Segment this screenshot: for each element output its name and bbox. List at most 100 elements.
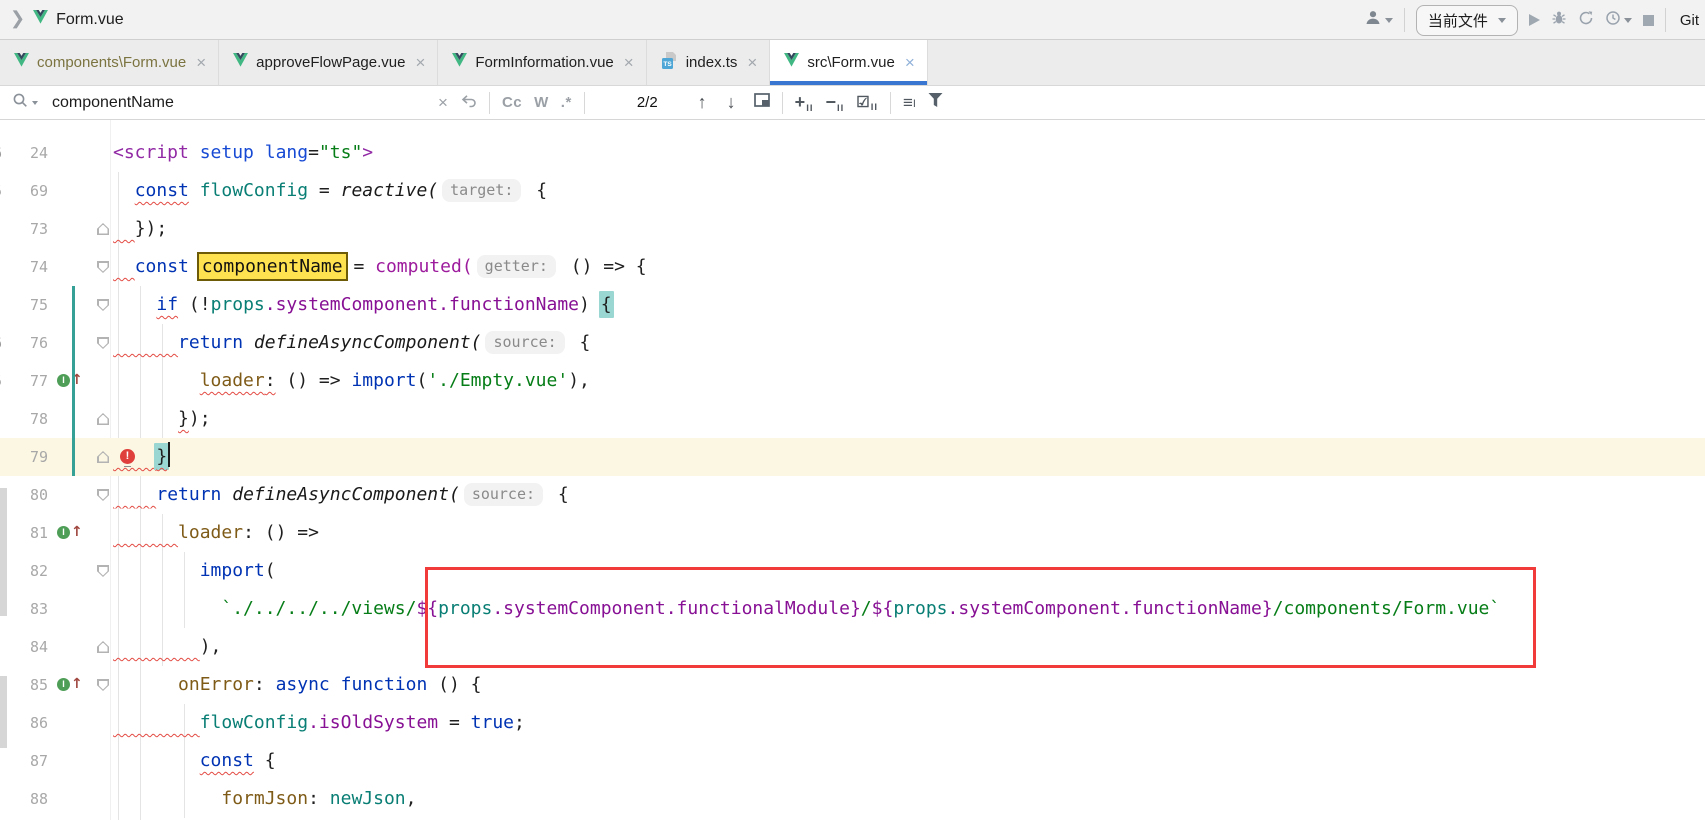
close-tab-icon[interactable]: ×: [747, 55, 757, 70]
fold-marker[interactable]: [97, 223, 109, 235]
code-text[interactable]: return defineAsyncComponent(source: {: [113, 324, 590, 362]
fold-marker[interactable]: [97, 337, 109, 349]
clipped-line-number-fragment: 5: [0, 362, 8, 400]
code-line-81: 81 I↑ loader: () =>: [0, 514, 1705, 552]
filter-search-button[interactable]: [928, 93, 943, 112]
fold-marker[interactable]: [97, 565, 109, 577]
gutter-method-icon[interactable]: I↑: [57, 526, 83, 539]
line-number-79[interactable]: 79: [0, 438, 48, 476]
line-number-88[interactable]: 88: [0, 780, 48, 818]
fold-marker[interactable]: [97, 641, 109, 653]
close-tab-icon[interactable]: ×: [624, 55, 634, 70]
svg-text:TS: TS: [663, 61, 672, 68]
regex-toggle[interactable]: .*: [561, 94, 572, 111]
tab-components-form.vue[interactable]: components\Form.vue ×: [0, 40, 219, 85]
code-line-78: 78 });: [0, 400, 1705, 438]
close-tab-icon[interactable]: ×: [415, 55, 425, 70]
profiler-button[interactable]: [1605, 10, 1632, 31]
code-text[interactable]: ),: [113, 628, 221, 666]
code-line-86: 86 flowConfig.isOldSystem = true;: [0, 704, 1705, 742]
code-line-87: 87 const {: [0, 742, 1705, 780]
search-input[interactable]: [50, 93, 426, 113]
fold-marker[interactable]: [97, 679, 109, 691]
tab-label: approveFlowPage.vue: [256, 54, 405, 71]
tab-forminformation.vue[interactable]: FormInformation.vue×: [438, 40, 646, 85]
add-occurrence-button[interactable]: +II: [795, 92, 814, 114]
code-text[interactable]: loader: () =>: [113, 514, 319, 552]
title-bar: ❯ Form.vue 当前文件 Git: [0, 0, 1705, 40]
search-icon: [12, 92, 29, 114]
whole-words-toggle[interactable]: W: [534, 94, 549, 111]
match-case-toggle[interactable]: Cc: [502, 94, 522, 111]
line-number-83[interactable]: 83: [0, 590, 48, 628]
parameter-hint: source:: [485, 331, 564, 354]
divider: [1404, 8, 1405, 32]
clipped-line-number-fragment: 6: [0, 324, 8, 362]
parameter-hint: getter:: [477, 255, 556, 278]
run-with-coverage-button[interactable]: [1578, 10, 1594, 31]
run-button[interactable]: [1529, 14, 1540, 26]
remove-occurrence-button[interactable]: −II: [825, 92, 844, 114]
tab-label: src\Form.vue: [807, 54, 895, 71]
line-number-87[interactable]: 87: [0, 742, 48, 780]
code-text[interactable]: });: [113, 400, 211, 438]
vue-file-icon: [14, 53, 29, 72]
user-account-button[interactable]: [1365, 10, 1393, 30]
gutter-method-icon[interactable]: I↑: [57, 678, 83, 691]
select-all-occurrences-button[interactable]: ☑II: [856, 93, 878, 113]
clear-search-icon[interactable]: ×: [438, 93, 448, 113]
fold-marker[interactable]: [97, 299, 109, 311]
code-line-79: 79! }: [0, 438, 1705, 476]
code-text[interactable]: const flowConfig = reactive(target: {: [113, 172, 547, 210]
line-number-85[interactable]: 85: [0, 666, 48, 704]
search-in-selection-button[interactable]: ≡I: [903, 93, 916, 113]
debug-button[interactable]: [1551, 10, 1567, 31]
recent-search-icon[interactable]: [460, 93, 477, 113]
code-text[interactable]: flowConfig.isOldSystem = true;: [113, 704, 525, 742]
fold-marker[interactable]: [97, 489, 109, 501]
git-menu[interactable]: Git: [1680, 12, 1699, 29]
code-line-74: 74 const componentName = computed(getter…: [0, 248, 1705, 286]
code-text[interactable]: onError: async function () {: [113, 666, 482, 704]
fold-marker[interactable]: [97, 451, 109, 463]
code-text[interactable]: if (!props.systemComponent.functionName)…: [113, 286, 612, 324]
stop-button[interactable]: [1643, 15, 1654, 26]
tab-label: components\Form.vue: [37, 54, 186, 71]
code-text[interactable]: <script setup lang="ts">: [113, 134, 373, 172]
code-text[interactable]: }: [113, 438, 170, 476]
clock-icon: [1605, 10, 1621, 31]
search-options-button[interactable]: [12, 92, 38, 114]
code-text[interactable]: loader: () => import('./Empty.vue'),: [113, 362, 590, 400]
chevron-down-icon: [32, 101, 38, 105]
tab-index.ts[interactable]: TSindex.ts×: [647, 40, 771, 85]
code-text[interactable]: });: [113, 210, 167, 248]
line-number-73[interactable]: 73: [0, 210, 48, 248]
line-number-84[interactable]: 84: [0, 628, 48, 666]
fold-marker[interactable]: [97, 413, 109, 425]
line-number-82[interactable]: 82: [0, 552, 48, 590]
code-text[interactable]: import(: [113, 552, 276, 590]
fold-marker[interactable]: [97, 261, 109, 273]
code-text[interactable]: const {: [113, 742, 276, 780]
previous-occurrence-button[interactable]: ↑: [698, 92, 707, 113]
line-number-74[interactable]: 74: [0, 248, 48, 286]
code-text[interactable]: return defineAsyncComponent(source: {: [113, 476, 569, 514]
line-number-80[interactable]: 80: [0, 476, 48, 514]
next-occurrence-button[interactable]: ↓: [727, 92, 736, 113]
line-number-86[interactable]: 86: [0, 704, 48, 742]
gutter-method-icon[interactable]: I↑: [57, 374, 83, 387]
divider: [584, 92, 585, 114]
line-number-75[interactable]: 75: [0, 286, 48, 324]
close-tab-icon[interactable]: ×: [196, 55, 206, 70]
close-tab-icon[interactable]: ×: [905, 55, 915, 70]
vue-file-icon: [452, 53, 467, 72]
code-text[interactable]: const componentName = computed(getter: (…: [113, 248, 647, 286]
line-number-78[interactable]: 78: [0, 400, 48, 438]
line-number-81[interactable]: 81: [0, 514, 48, 552]
open-in-find-window-button[interactable]: [754, 93, 770, 112]
code-text[interactable]: formJson: newJson,: [113, 780, 416, 818]
tab-approveflowpage.vue[interactable]: approveFlowPage.vue ×: [219, 40, 438, 85]
tab-bar: components\Form.vue × approveFlowPage.vue ×…: [0, 40, 1705, 86]
run-config-dropdown[interactable]: 当前文件: [1416, 5, 1518, 36]
tab-src-form.vue[interactable]: src\Form.vue ×: [770, 40, 927, 85]
